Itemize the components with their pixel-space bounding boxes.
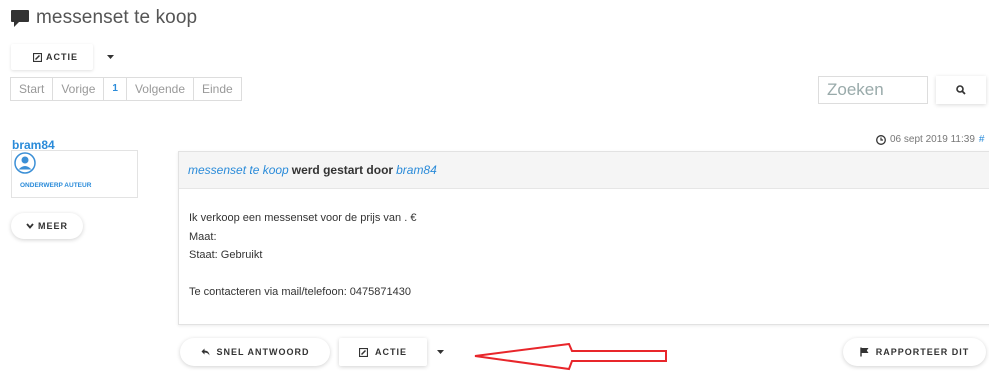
report-button[interactable]: RAPPORTEER DIT xyxy=(843,338,986,366)
comment-icon xyxy=(11,9,29,27)
post-body-line: Maat: xyxy=(189,230,217,243)
post-action-button[interactable]: ACTIE xyxy=(339,338,427,366)
quick-reply-button[interactable]: SNEL ANTWOORD xyxy=(180,338,330,366)
edit-icon xyxy=(359,347,368,357)
top-action-button[interactable]: ACTIE xyxy=(11,44,93,70)
post-body-line: Ik verkoop een messenset voor de prijs v… xyxy=(189,212,417,224)
search-icon xyxy=(956,85,966,95)
page-title: messenset te koop xyxy=(36,7,198,28)
post-card: messenset te koop werd gestart door bram… xyxy=(178,151,989,325)
pagination-start[interactable]: Start xyxy=(11,78,54,100)
post-header: messenset te koop werd gestart door bram… xyxy=(179,152,989,189)
pagination: Start Vorige 1 Volgende Einde xyxy=(10,77,242,101)
search-input[interactable]: Zoeken xyxy=(818,76,928,104)
caret-down-icon xyxy=(106,55,114,59)
post-body-line: Te contacteren via mail/telefoon: 047587… xyxy=(189,286,411,298)
post-body: Ik verkoop een messenset voor de prijs v… xyxy=(179,189,989,322)
post-permalink[interactable]: # xyxy=(979,134,985,145)
edit-icon xyxy=(33,52,42,62)
page-header: messenset te koop xyxy=(10,7,197,29)
post-action-caret[interactable] xyxy=(430,338,450,366)
reply-icon xyxy=(201,348,209,356)
pagination-next[interactable]: Volgende xyxy=(127,78,194,100)
caret-down-icon xyxy=(436,350,444,354)
user-icon xyxy=(14,152,36,174)
pagination-end[interactable]: Einde xyxy=(194,78,241,100)
chevron-down-icon xyxy=(26,223,34,229)
search-button[interactable] xyxy=(936,76,986,104)
annotation-arrow xyxy=(474,343,667,371)
post-body-line: Staat: Gebruikt xyxy=(189,249,263,261)
pagination-current-page[interactable]: 1 xyxy=(104,78,127,100)
top-action-label: ACTIE xyxy=(46,52,78,62)
report-label: RAPPORTEER DIT xyxy=(875,347,970,357)
post-started-by: werd gestart door xyxy=(291,163,394,177)
author-card: ONDERWERP AUTEUR xyxy=(11,150,138,198)
more-label: MEER xyxy=(37,221,68,231)
post-body-blank xyxy=(189,265,987,284)
post-subject-link[interactable]: messenset te koop xyxy=(188,163,289,177)
top-action-caret[interactable] xyxy=(100,44,120,70)
clock-icon xyxy=(876,134,886,145)
quick-reply-label: SNEL ANTWOORD xyxy=(216,347,310,357)
post-date: 06 sept 2019 11:39 # xyxy=(876,134,984,145)
flag-icon xyxy=(860,347,869,357)
author-role: ONDERWERP AUTEUR xyxy=(20,182,92,189)
post-starter-link[interactable]: bram84 xyxy=(396,163,437,177)
more-button[interactable]: MEER xyxy=(11,213,83,239)
post-action-label: ACTIE xyxy=(375,347,407,357)
pagination-previous[interactable]: Vorige xyxy=(53,78,105,100)
post-date-text: 06 sept 2019 11:39 xyxy=(890,134,975,145)
